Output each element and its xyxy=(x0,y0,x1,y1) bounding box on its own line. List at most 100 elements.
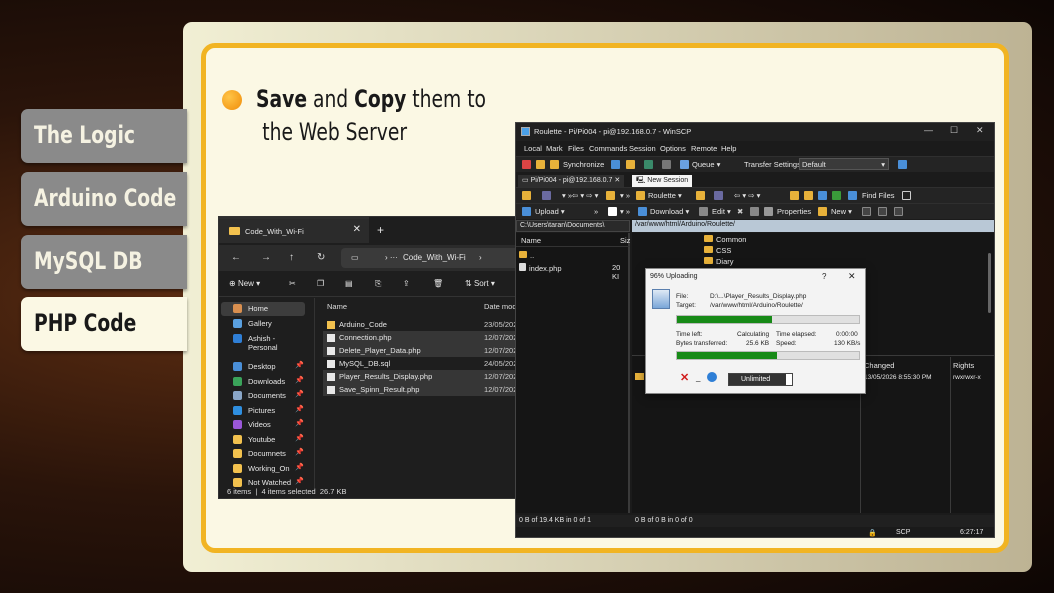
forward-icon[interactable]: → xyxy=(261,252,271,263)
new-button[interactable]: ⊕ New ▾ xyxy=(229,279,260,288)
tree-item[interactable]: CSS xyxy=(704,246,731,255)
nav-item-youtube[interactable]: Youtube 📌 xyxy=(221,433,305,447)
menu-mark[interactable]: Mark xyxy=(546,144,563,153)
remote-path[interactable]: /var/www/html/Arduino/Roulette/ xyxy=(632,220,994,232)
putty-icon[interactable] xyxy=(626,160,635,169)
refresh-icon[interactable]: ↻ xyxy=(317,252,325,263)
remote-nav-arrows[interactable]: ⇦ ▾ ⇨ ▾ xyxy=(734,191,760,200)
column-name[interactable]: Name xyxy=(327,302,347,311)
back-forward-icon[interactable]: ⇦ ▾ ⇨ ▾ xyxy=(572,191,598,200)
file-row[interactable]: Delete_Player_Data.php 12/07/202 xyxy=(323,344,527,357)
minimize-icon[interactable]: _ xyxy=(696,373,700,382)
share-icon[interactable]: ⇪ xyxy=(403,279,410,288)
nav-item-videos[interactable]: Videos 📌 xyxy=(221,418,305,432)
refresh-icon[interactable] xyxy=(832,191,841,200)
speed-limit-dropdown[interactable]: Unlimited xyxy=(728,373,793,386)
folder-icon[interactable] xyxy=(696,191,705,200)
nav-item-documnets[interactable]: Documnets 📌 xyxy=(221,447,305,461)
synchronize-icon[interactable] xyxy=(550,160,559,169)
file-row[interactable]: MySQL_DB.sql 24/05/202 xyxy=(323,357,527,370)
nav-arduino-code[interactable]: Arduino Code xyxy=(21,172,187,226)
tree-toggle-icon[interactable] xyxy=(902,191,911,200)
new-tab-icon[interactable]: + xyxy=(377,223,384,237)
file-row[interactable]: Connection.php 12/07/202 xyxy=(323,331,527,344)
parent-folder-icon[interactable] xyxy=(635,373,644,380)
cut-icon[interactable]: ✂ xyxy=(289,279,296,288)
copy-icon[interactable]: ❐ xyxy=(317,279,324,288)
tab-session[interactable]: ▭ Pi/Pi004 - pi@192.168.0.7 ✕ xyxy=(518,175,625,187)
properties-icon[interactable] xyxy=(764,207,773,216)
remote-col-rights[interactable]: Rights xyxy=(953,361,974,370)
address-box[interactable]: ▭ › ··· Code_With_Wi-Fi › xyxy=(341,248,521,268)
download-button[interactable]: Download ▾ xyxy=(650,207,689,216)
settings-icon[interactable] xyxy=(662,160,671,169)
rename-icon[interactable]: ⎘ xyxy=(375,279,381,289)
folder-icon[interactable] xyxy=(522,191,531,200)
parent-folder-icon[interactable] xyxy=(790,191,799,200)
local-row-file[interactable]: index.php 20 KI xyxy=(519,263,629,281)
find-icon[interactable] xyxy=(848,191,857,200)
nav-item-gallery[interactable]: Gallery xyxy=(221,317,305,331)
local-row-parent[interactable]: .. xyxy=(519,251,534,260)
new-button[interactable]: New ▾ xyxy=(831,207,852,216)
remote-folder-dropdown[interactable]: Roulette ▾ xyxy=(648,191,682,200)
column-date[interactable]: Date mod xyxy=(484,302,517,311)
nav-item-downloads[interactable]: Downloads 📌 xyxy=(221,375,305,389)
new-folder-icon[interactable] xyxy=(818,207,827,216)
file-row[interactable]: Save_Spinn_Result.php 12/07/202 xyxy=(323,383,527,396)
paste-icon[interactable]: ▤ xyxy=(345,279,353,288)
filter-icon[interactable] xyxy=(542,191,551,200)
tree-item[interactable]: Diary xyxy=(704,257,734,266)
nav-php-code[interactable]: PHP Code xyxy=(21,297,187,351)
help-icon[interactable]: ? xyxy=(822,272,826,281)
up-icon[interactable]: ↑ xyxy=(289,252,294,263)
local-path[interactable]: C:\Users\taran\Documents\ xyxy=(516,220,630,232)
nav-item-desktop[interactable]: Desktop 📌 xyxy=(221,360,305,374)
minimize-icon[interactable]: — xyxy=(924,125,933,135)
nav-item-personal[interactable]: Ashish - Personal xyxy=(221,332,305,352)
unselect-icon[interactable] xyxy=(878,207,887,216)
menu-local[interactable]: Local xyxy=(524,144,542,153)
home-icon[interactable] xyxy=(818,191,827,200)
local-col-size[interactable]: Siz xyxy=(620,236,630,245)
file-row[interactable]: Player_Results_Display.php 12/07/202 xyxy=(323,370,527,383)
filter-icon[interactable] xyxy=(714,191,723,200)
nav-item-pictures[interactable]: Pictures 📌 xyxy=(221,404,305,418)
maximize-icon[interactable]: ☐ xyxy=(950,125,958,136)
nav-item-documents[interactable]: Documents 📌 xyxy=(221,389,305,403)
tab-new-session[interactable]: 🖳 New Session xyxy=(632,175,693,187)
synchronize-button[interactable]: Synchronize xyxy=(563,160,604,169)
nav-mysql-db[interactable]: MySQL DB xyxy=(21,235,187,289)
console-icon[interactable] xyxy=(611,160,620,169)
explorer-tab[interactable]: Code_With_Wi-Fi ✕ xyxy=(219,217,369,243)
back-icon[interactable]: ← xyxy=(231,252,241,263)
edit-button[interactable]: Edit ▾ xyxy=(712,207,731,216)
close-icon[interactable]: ✕ xyxy=(848,271,856,282)
queue-icon[interactable] xyxy=(680,160,689,169)
edit-icon[interactable] xyxy=(699,207,708,216)
new-icon[interactable] xyxy=(608,207,617,216)
remote-col-changed[interactable]: Changed xyxy=(864,361,894,370)
select-icon[interactable] xyxy=(862,207,871,216)
close-icon[interactable]: ✕ xyxy=(976,125,984,136)
rename-icon[interactable] xyxy=(750,207,759,216)
nav-item-working-on[interactable]: Working_On 📌 xyxy=(221,462,305,476)
cancel-icon[interactable]: ✕ xyxy=(680,371,689,384)
menu-remote[interactable]: Remote xyxy=(691,144,717,153)
nav-item-home[interactable]: Home xyxy=(221,302,305,316)
nav-the-logic[interactable]: The Logic xyxy=(21,109,187,163)
settings-icon[interactable] xyxy=(707,372,717,382)
compare-icon[interactable] xyxy=(522,160,531,169)
transfer-settings-dropdown[interactable]: Default ▾ xyxy=(799,158,889,170)
properties-button[interactable]: Properties xyxy=(777,207,811,216)
queue-button[interactable]: Queue ▾ xyxy=(692,160,720,169)
local-col-name[interactable]: Name xyxy=(521,236,541,245)
menu-session[interactable]: Session xyxy=(629,144,656,153)
nav-arrows[interactable]: ▾ » xyxy=(562,191,572,200)
menu-options[interactable]: Options xyxy=(660,144,686,153)
root-folder-icon[interactable] xyxy=(804,191,813,200)
delete-icon[interactable]: ✖ xyxy=(737,207,743,216)
delete-icon[interactable]: 🗑 xyxy=(433,279,443,288)
terminal-icon[interactable] xyxy=(644,160,653,169)
menu-commands[interactable]: Commands xyxy=(589,144,627,153)
